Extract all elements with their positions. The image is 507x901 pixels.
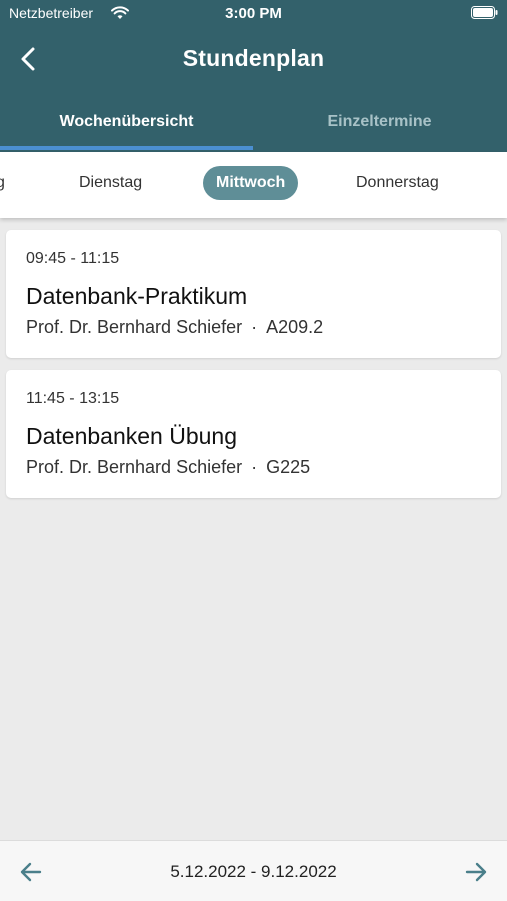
meta-separator: · [251,317,258,337]
event-card[interactable]: 09:45 - 11:15 Datenbank-Praktikum Prof. … [6,230,501,358]
event-meta: Prof. Dr. Bernhard Schiefer · G225 [26,457,310,478]
meta-separator: · [251,457,258,477]
tab-indicator [0,146,253,150]
event-room: A209.2 [266,317,324,337]
event-meta: Prof. Dr. Bernhard Schiefer · A209.2 [26,317,323,338]
page-title: Stundenplan [182,45,325,71]
day-montag-partial[interactable]: g [0,166,5,200]
arrow-right-icon [465,862,487,882]
next-week-button[interactable] [463,859,489,885]
week-range: 5.12.2022 - 9.12.2022 [170,862,337,881]
day-mittwoch[interactable]: Mittwoch [203,166,299,200]
event-time: 11:45 - 13:15 [26,390,120,407]
day-selector[interactable]: g Dienstag Mittwoch Donnerstag [0,152,507,218]
event-card[interactable]: 11:45 - 13:15 Datenbanken Übung Prof. Dr… [6,370,501,498]
event-lecturer: Prof. Dr. Bernhard Schiefer [26,457,243,477]
event-name: Datenbank-Praktikum [26,283,248,309]
day-dienstag[interactable]: Dienstag [79,166,142,200]
event-name: Datenbanken Übung [26,423,237,449]
event-room: G225 [266,457,311,477]
event-time: 09:45 - 11:15 [26,250,120,267]
status-bar: Netzbetreiber 3:00 PM [0,0,507,28]
day-donnerstag[interactable]: Donnerstag [356,166,439,200]
week-navigation: 5.12.2022 - 9.12.2022 [0,840,507,901]
tab-bar: Wochenübersicht Einzeltermine [0,104,507,152]
battery-icon [471,6,498,19]
app-header: Netzbetreiber 3:00 PM Stundenplan Wochen… [0,0,507,152]
event-lecturer: Prof. Dr. Bernhard Schiefer [26,317,243,337]
clock: 3:00 PM [225,5,282,22]
tab-einzeltermine[interactable]: Einzeltermine [253,104,506,152]
tab-wochenuebersicht[interactable]: Wochenübersicht [0,104,253,152]
